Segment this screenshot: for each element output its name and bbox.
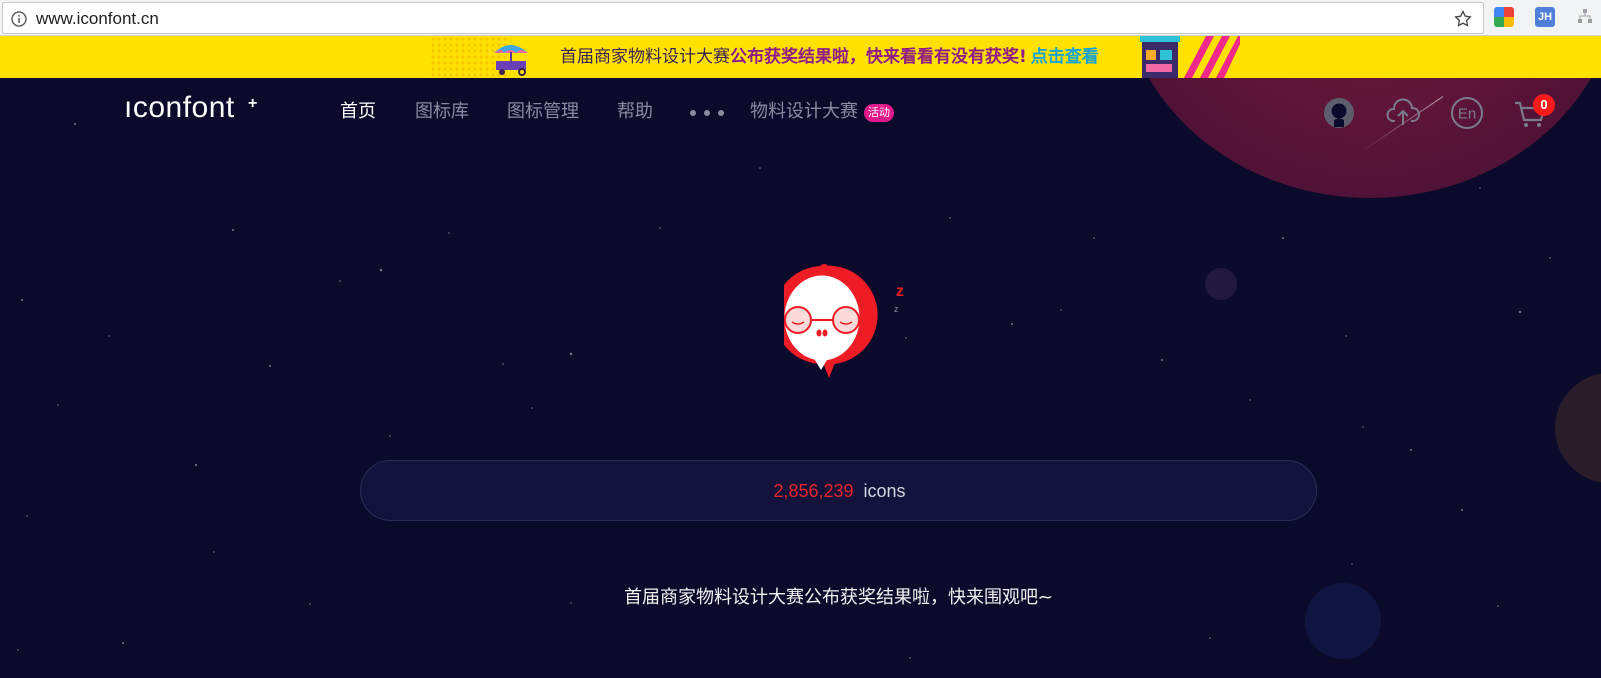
cart-count-badge: 0 bbox=[1533, 94, 1555, 116]
github-icon[interactable] bbox=[1322, 96, 1356, 130]
sleep-z-small: z bbox=[894, 304, 899, 314]
umbrella-cart-icon bbox=[494, 45, 528, 76]
address-bar[interactable]: www.iconfont.cn bbox=[2, 2, 1484, 34]
promo-message: 首届商家物料设计大赛公布获奖结果啦，快来看看有没有获奖! 点击查看 bbox=[560, 46, 1099, 68]
logo-plus: + bbox=[248, 95, 258, 112]
icon-counter-search[interactable]: 2,856,239 icons bbox=[360, 460, 1317, 521]
nav-icon-library[interactable]: 图标库 bbox=[415, 101, 469, 123]
icon-counter: 2,856,239 icons bbox=[361, 480, 1318, 502]
promo-banner[interactable]: 首届商家物料设计大赛公布获奖结果啦，快来看看有没有获奖! 点击查看 bbox=[0, 36, 1601, 78]
small-planet bbox=[1205, 268, 1237, 300]
browser-toolbar: www.iconfont.cn JH bbox=[0, 0, 1601, 36]
nav-help[interactable]: 帮助 bbox=[617, 101, 653, 123]
language-switch-icon[interactable]: En bbox=[1450, 96, 1484, 130]
iconfont-logo[interactable]: ıconfont bbox=[124, 91, 235, 125]
sleeping-mascot-icon: z z bbox=[784, 263, 904, 378]
jh-extension-icon[interactable]: JH bbox=[1535, 7, 1555, 27]
promo-view-link[interactable]: 点击查看 bbox=[1031, 47, 1099, 67]
event-badge: 活动 bbox=[864, 104, 894, 122]
promo-text-highlight: 公布获奖结果啦，快来看看有没有获奖! bbox=[730, 47, 1027, 67]
hero-section: ıconfont + 首页 图标库 图标管理 帮助 物料设计大赛 活动 En 0 bbox=[0, 78, 1601, 678]
icon-count-number: 2,856,239 bbox=[773, 481, 854, 501]
color-grid-extension-icon[interactable] bbox=[1494, 7, 1514, 27]
promo-text-plain: 首届商家物料设计大赛 bbox=[560, 47, 730, 67]
info-icon[interactable] bbox=[11, 11, 27, 27]
shop-stall-icon bbox=[1140, 36, 1240, 78]
hero-tagline[interactable]: 首届商家物料设计大赛公布获奖结果啦，快来围观吧~ bbox=[0, 586, 1601, 610]
nav-design-contest[interactable]: 物料设计大赛 bbox=[750, 101, 858, 123]
icon-count-unit: icons bbox=[863, 481, 906, 501]
more-dots-icon[interactable] bbox=[690, 110, 724, 116]
tree-extension-icon[interactable] bbox=[1577, 7, 1593, 27]
url-text[interactable]: www.iconfont.cn bbox=[36, 9, 159, 29]
nav-icon-management[interactable]: 图标管理 bbox=[507, 101, 579, 123]
bookmark-star-icon[interactable] bbox=[1453, 9, 1473, 29]
sleep-z-big: z bbox=[896, 283, 904, 300]
nav-home[interactable]: 首页 bbox=[340, 101, 376, 123]
cloud-upload-icon[interactable] bbox=[1386, 96, 1420, 130]
language-label: En bbox=[1458, 106, 1476, 123]
